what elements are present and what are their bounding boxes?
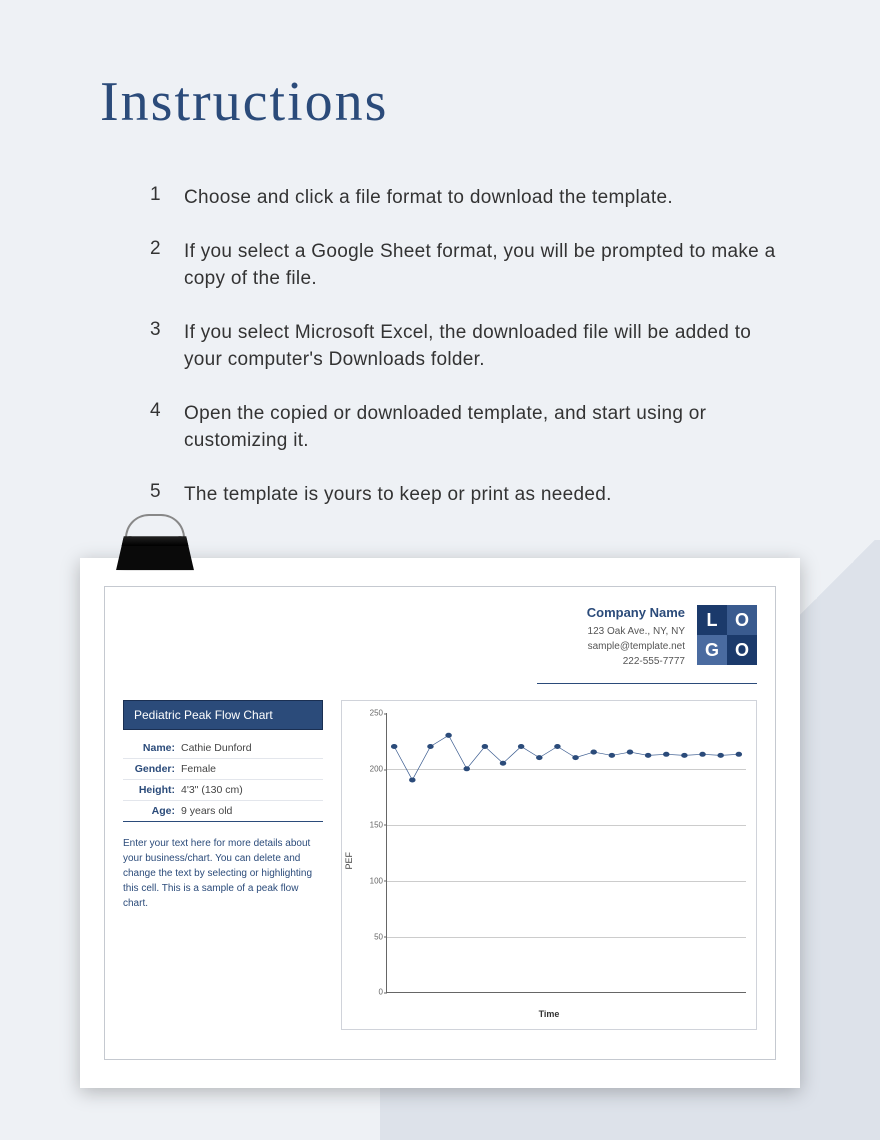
- info-panel: Pediatric Peak Flow Chart Name:Cathie Du…: [123, 700, 323, 1030]
- patient-info: Name:Cathie Dunford Gender:Female Height…: [123, 738, 323, 822]
- y-tick-label: 250: [361, 709, 383, 718]
- item-text: Choose and click a file format to downlo…: [184, 184, 673, 212]
- logo-letter: L: [697, 605, 727, 635]
- info-row: Height:4'3" (130 cm): [123, 780, 323, 801]
- template-preview: Company Name 123 Oak Ave., NY, NY sample…: [80, 558, 800, 1088]
- info-label: Name:: [123, 742, 181, 754]
- list-item: 4 Open the copied or downloaded template,…: [150, 400, 790, 455]
- info-label: Age:: [123, 805, 181, 817]
- item-text: Open the copied or downloaded template, …: [184, 400, 790, 455]
- info-row: Age:9 years old: [123, 801, 323, 822]
- item-number: 4: [150, 400, 162, 455]
- company-name: Company Name: [587, 605, 685, 620]
- info-label: Height:: [123, 784, 181, 796]
- company-block: Company Name 123 Oak Ave., NY, NY sample…: [587, 605, 685, 669]
- company-email: sample@template.net: [587, 639, 685, 654]
- info-row: Gender:Female: [123, 759, 323, 780]
- template-paper: Company Name 123 Oak Ave., NY, NY sample…: [80, 558, 800, 1088]
- list-item: 3 If you select Microsoft Excel, the down…: [150, 319, 790, 374]
- template-border: Company Name 123 Oak Ave., NY, NY sample…: [104, 586, 776, 1060]
- binder-clip-icon: [110, 514, 200, 594]
- y-tick-label: 200: [361, 765, 383, 774]
- list-item: 5 The template is yours to keep or print …: [150, 481, 790, 509]
- item-number: 2: [150, 238, 162, 293]
- info-value: Cathie Dunford: [181, 742, 252, 754]
- company-address: 123 Oak Ave., NY, NY: [587, 624, 685, 639]
- list-item: 2 If you select a Google Sheet format, yo…: [150, 238, 790, 293]
- info-value: 4'3" (130 cm): [181, 784, 243, 796]
- info-value: 9 years old: [181, 805, 232, 817]
- y-tick-label: 100: [361, 876, 383, 885]
- x-axis-label: Time: [342, 1009, 756, 1019]
- chart-title-badge: Pediatric Peak Flow Chart: [123, 700, 323, 730]
- info-label: Gender:: [123, 763, 181, 775]
- item-number: 1: [150, 184, 162, 212]
- instructions-list: 1 Choose and click a file format to downl…: [100, 184, 790, 508]
- peak-flow-chart: PEF 050100150200250 Time: [341, 700, 757, 1030]
- info-row: Name:Cathie Dunford: [123, 738, 323, 759]
- item-text: If you select a Google Sheet format, you…: [184, 238, 790, 293]
- info-value: Female: [181, 763, 216, 775]
- logo-letter: G: [697, 635, 727, 665]
- page-title: Instructions: [100, 70, 790, 134]
- description-text: Enter your text here for more details ab…: [123, 836, 323, 911]
- item-number: 3: [150, 319, 162, 374]
- template-header: Company Name 123 Oak Ave., NY, NY sample…: [123, 605, 757, 669]
- logo-icon: L O G O: [697, 605, 757, 669]
- plot-area: 050100150200250: [386, 713, 746, 993]
- company-phone: 222-555-7777: [587, 654, 685, 669]
- logo-letter: O: [727, 635, 757, 665]
- y-tick-label: 0: [361, 988, 383, 997]
- y-axis-label: PEF: [344, 852, 354, 870]
- logo-letter: O: [727, 605, 757, 635]
- y-tick-label: 50: [361, 932, 383, 941]
- y-tick-label: 150: [361, 820, 383, 829]
- item-text: If you select Microsoft Excel, the downl…: [184, 319, 790, 374]
- template-body: Pediatric Peak Flow Chart Name:Cathie Du…: [123, 700, 757, 1030]
- item-number: 5: [150, 481, 162, 509]
- divider: [537, 683, 757, 684]
- list-item: 1 Choose and click a file format to downl…: [150, 184, 790, 212]
- item-text: The template is yours to keep or print a…: [184, 481, 612, 509]
- page-content: Instructions 1 Choose and click a file fo…: [0, 0, 880, 1088]
